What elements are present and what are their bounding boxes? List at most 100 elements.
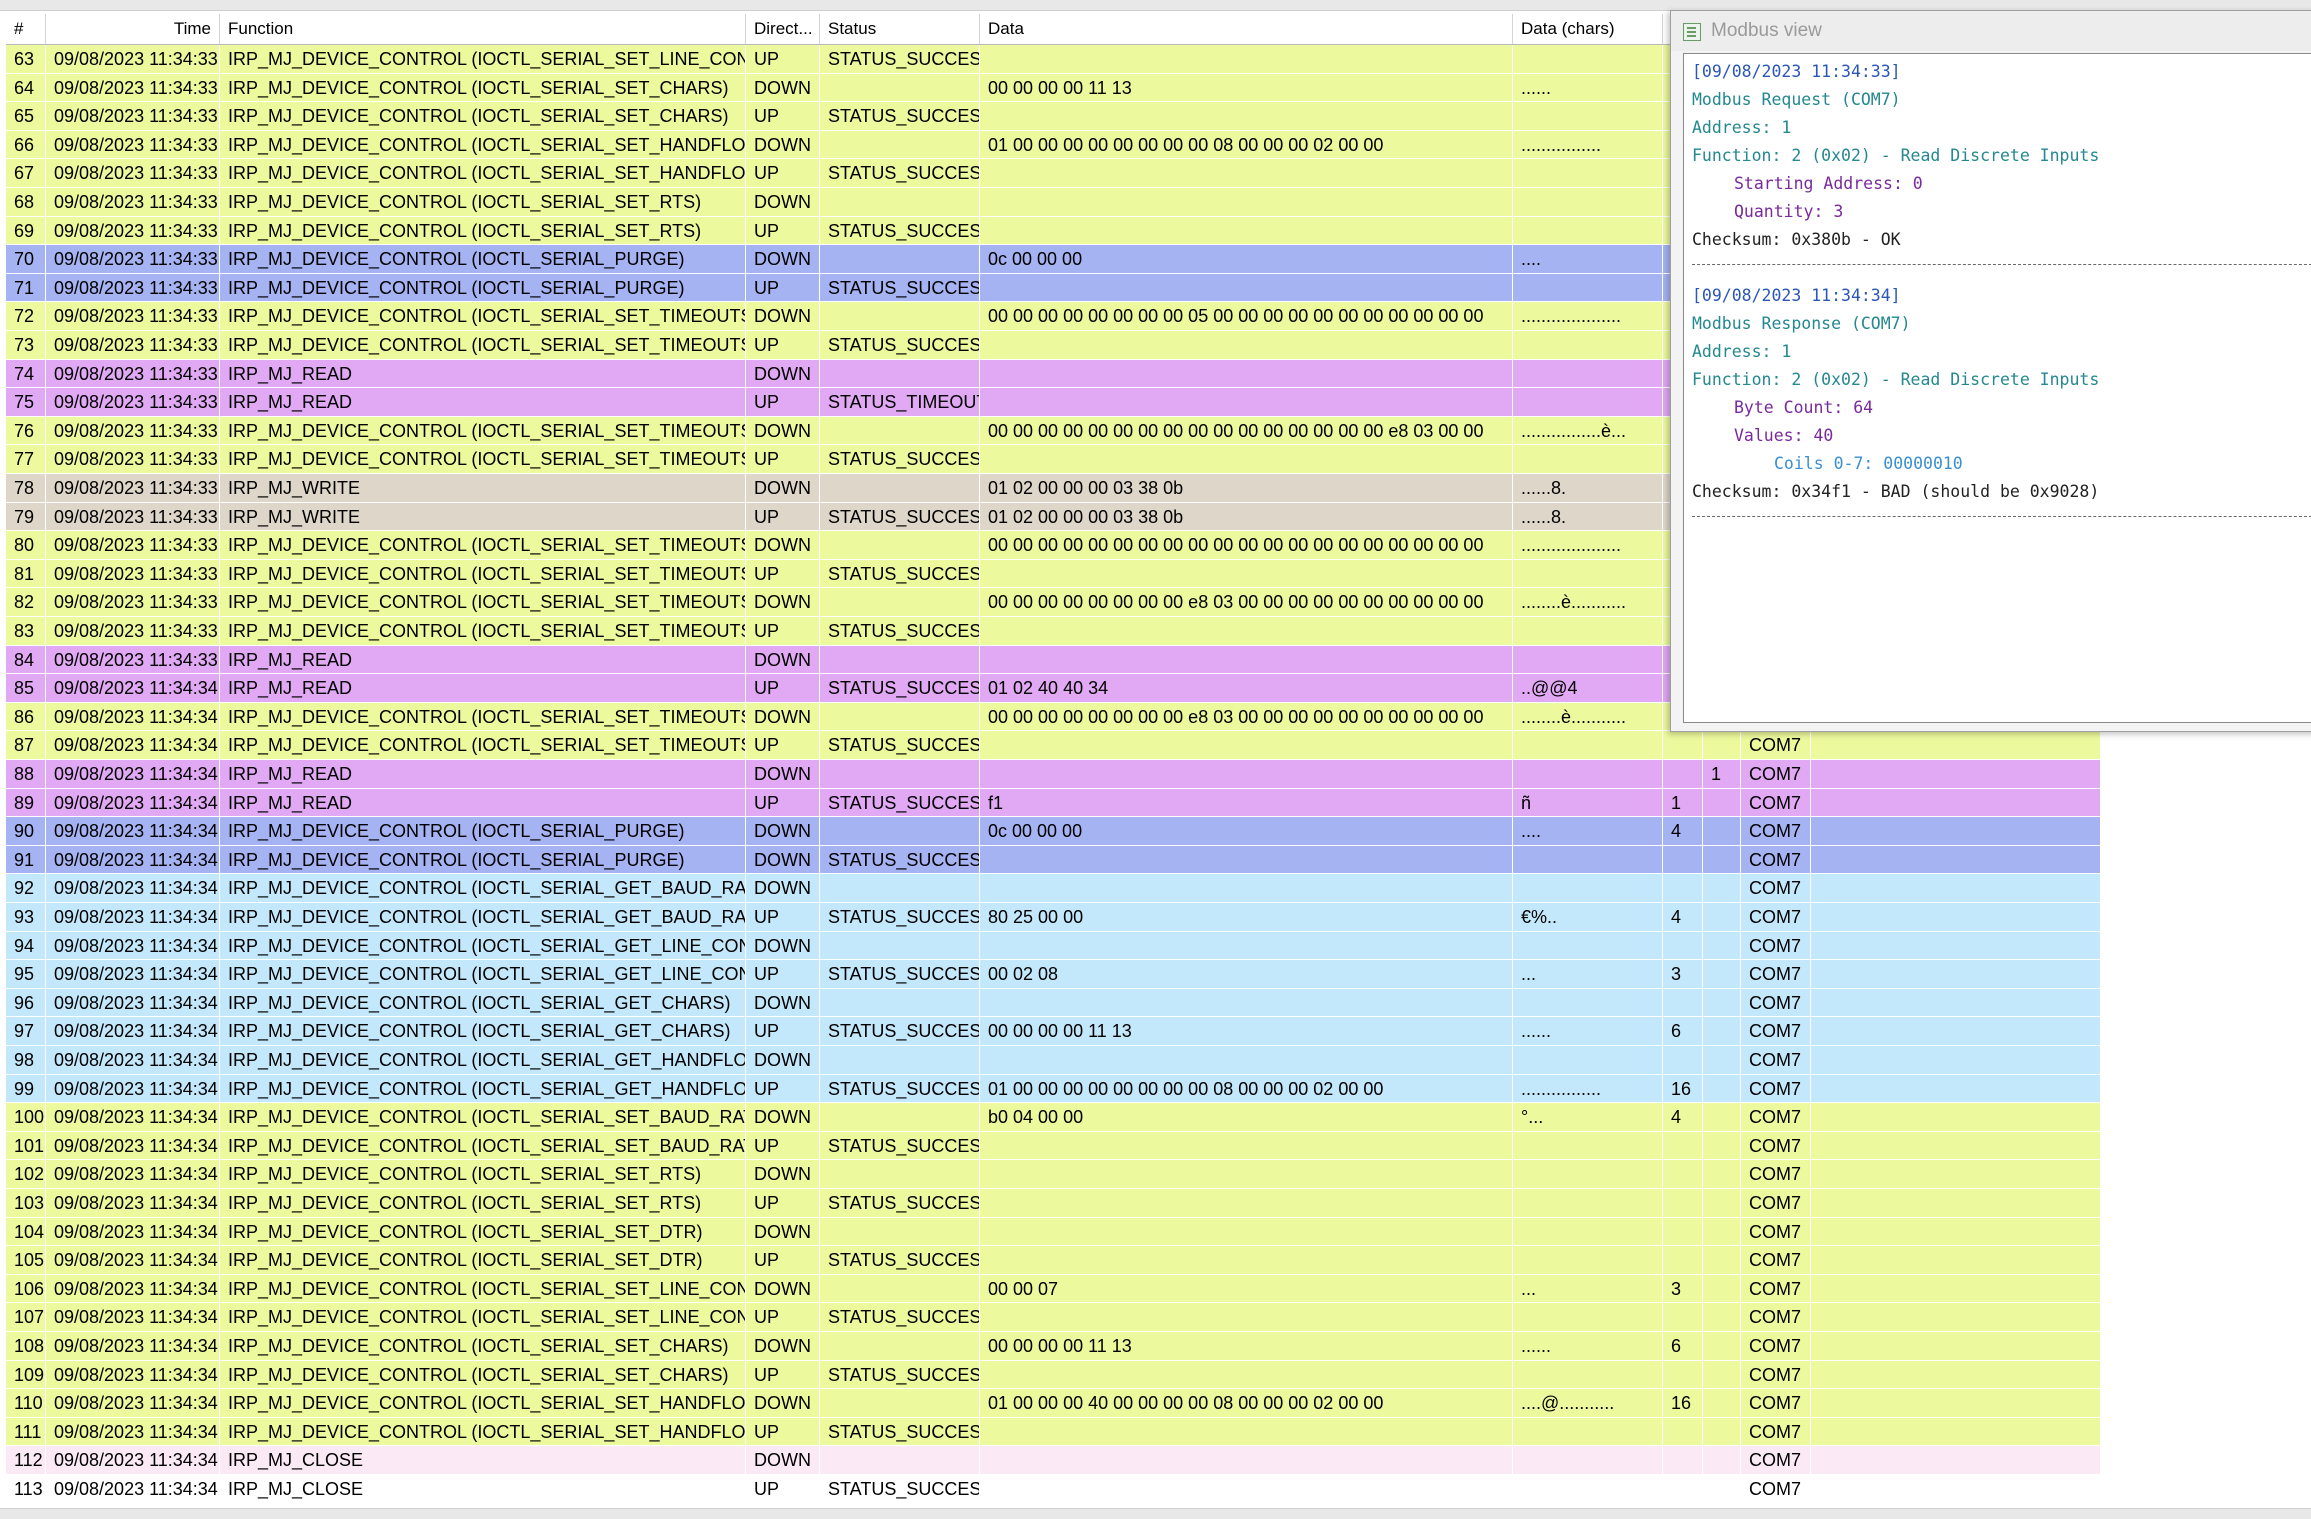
table-row[interactable]: 99 09/08/2023 11:34:34 IRP_MJ_DEVICE_CONTR… (6, 1074, 2100, 1104)
table-row[interactable]: 91 09/08/2023 11:34:34 IRP_MJ_DEVICE_CONTR… (6, 845, 2100, 875)
cell-data-chars: ...... (1513, 73, 1663, 102)
column-header-index[interactable]: # (6, 14, 46, 44)
table-row[interactable]: 103 09/08/2023 11:34:34 IRP_MJ_DEVICE_CONT… (6, 1189, 2100, 1218)
cell-data-chars: .... (1513, 245, 1663, 274)
cell-function: IRP_MJ_DEVICE_CONTROL (IOCTL_SERIAL_PURG… (220, 245, 746, 274)
modbus-view-titlebar[interactable]: Modbus view (1671, 11, 2311, 51)
cell-data (980, 1217, 1513, 1246)
cell-data (980, 1475, 1513, 1503)
cell-data: 00 00 00 00 11 13 (980, 1332, 1513, 1360)
cell-port: COM7 (1741, 1417, 1811, 1446)
table-row[interactable]: 104 09/08/2023 11:34:34 IRP_MJ_DEVICE_CONT… (6, 1217, 2100, 1247)
column-header-data-chars[interactable]: Data (chars) (1513, 14, 1663, 44)
cell-data (980, 216, 1513, 245)
cell-function: IRP_MJ_DEVICE_CONTROL (IOCTL_SERIAL_PURG… (220, 273, 746, 302)
cell-direction: UP (746, 559, 820, 588)
cell-time: 09/08/2023 11:34:33 (46, 130, 220, 159)
cell-function: IRP_MJ_DEVICE_CONTROL (IOCTL_SERIAL_PURG… (220, 817, 746, 846)
table-row[interactable]: 95 09/08/2023 11:34:34 IRP_MJ_DEVICE_CONTR… (6, 960, 2100, 989)
cell-direction: UP (746, 788, 820, 817)
table-row[interactable]: 97 09/08/2023 11:34:34 IRP_MJ_DEVICE_CONTR… (6, 1017, 2100, 1046)
cell-function: IRP_MJ_READ (220, 645, 746, 674)
table-row[interactable]: 93 09/08/2023 11:34:34 IRP_MJ_DEVICE_CONTR… (6, 903, 2100, 932)
cell-function: IRP_MJ_DEVICE_CONTROL (IOCTL_SERIAL_PURG… (220, 845, 746, 874)
cell-index: 86 (6, 702, 46, 731)
cell-status: STATUS_SUCCESS (820, 216, 980, 245)
cell-function: IRP_MJ_DEVICE_CONTROL (IOCTL_SERIAL_SET_… (220, 702, 746, 731)
request-function: Function: 2 (0x02) - Read Discrete Input… (1692, 146, 2100, 165)
cell-direction: DOWN (746, 1217, 820, 1246)
cell-index: 69 (6, 216, 46, 245)
cell-function: IRP_MJ_READ (220, 788, 746, 817)
cell-length (1663, 1131, 1703, 1160)
cell-function: IRP_MJ_DEVICE_CONTROL (IOCTL_SERIAL_SET_… (220, 1160, 746, 1189)
table-row[interactable]: 96 09/08/2023 11:34:34 IRP_MJ_DEVICE_CONTR… (6, 988, 2100, 1018)
cell-time: 09/08/2023 11:34:34 (46, 1274, 220, 1303)
column-header-data[interactable]: Data (980, 14, 1513, 44)
column-header-function[interactable]: Function (220, 14, 746, 44)
table-row[interactable]: 102 09/08/2023 11:34:34 IRP_MJ_DEVICE_CONT… (6, 1160, 2100, 1189)
cell-length (1663, 1303, 1703, 1332)
table-row[interactable]: 98 09/08/2023 11:34:34 IRP_MJ_DEVICE_CONTR… (6, 1046, 2100, 1075)
cell-data-chars (1513, 1046, 1663, 1074)
cell-port: COM7 (1741, 731, 1811, 760)
cell-index: 85 (6, 674, 46, 703)
table-row[interactable]: 111 09/08/2023 11:34:34 IRP_MJ_DEVICE_CONT… (6, 1417, 2100, 1447)
table-row[interactable]: 113 09/08/2023 11:34:34 IRP_MJ_CLOSE UP STAT… (6, 1475, 2100, 1504)
cell-data (980, 388, 1513, 417)
cell-length (1663, 931, 1703, 960)
table-row[interactable]: 87 09/08/2023 11:34:34 IRP_MJ_DEVICE_CONTR… (6, 731, 2100, 760)
cell-direction: DOWN (746, 1446, 820, 1475)
cell-function: IRP_MJ_READ (220, 359, 746, 388)
table-row[interactable]: 105 09/08/2023 11:34:34 IRP_MJ_DEVICE_CONT… (6, 1246, 2100, 1275)
modbus-view-window[interactable]: Modbus view [09/08/2023 11:34:33] Modbus… (1670, 10, 2311, 732)
cell-index: 88 (6, 760, 46, 788)
cell-extra (1703, 1446, 1741, 1475)
table-row[interactable]: 109 09/08/2023 11:34:34 IRP_MJ_DEVICE_CONT… (6, 1360, 2100, 1390)
cell-time: 09/08/2023 11:34:33 (46, 474, 220, 502)
table-row[interactable]: 88 09/08/2023 11:34:34 IRP_MJ_READ DOWN 1 COM… (6, 760, 2100, 789)
table-row[interactable]: 110 09/08/2023 11:34:34 IRP_MJ_DEVICE_CONT… (6, 1389, 2100, 1418)
cell-function: IRP_MJ_DEVICE_CONTROL (IOCTL_SERIAL_SET_… (220, 45, 746, 73)
cell-data-chars (1513, 1160, 1663, 1189)
cell-time: 09/08/2023 11:34:34 (46, 1360, 220, 1389)
cell-index: 75 (6, 388, 46, 417)
table-row[interactable]: 107 09/08/2023 11:34:34 IRP_MJ_DEVICE_CONT… (6, 1303, 2100, 1332)
table-row[interactable]: 90 09/08/2023 11:34:34 IRP_MJ_DEVICE_CONTR… (6, 817, 2100, 846)
cell-function: IRP_MJ_DEVICE_CONTROL (IOCTL_SERIAL_GET_… (220, 903, 746, 931)
cell-direction: DOWN (746, 817, 820, 846)
table-row[interactable]: 112 09/08/2023 11:34:34 IRP_MJ_CLOSE DOWN CO… (6, 1446, 2100, 1475)
cell-index: 80 (6, 531, 46, 560)
cell-direction: DOWN (746, 1389, 820, 1418)
table-row[interactable]: 100 09/08/2023 11:34:34 IRP_MJ_DEVICE_CONT… (6, 1103, 2100, 1132)
cell-data: 00 02 08 (980, 960, 1513, 989)
cell-time: 09/08/2023 11:34:34 (46, 1332, 220, 1360)
cell-time: 09/08/2023 11:34:33 (46, 159, 220, 188)
cell-time: 09/08/2023 11:34:33 (46, 73, 220, 102)
cell-time: 09/08/2023 11:34:34 (46, 1417, 220, 1446)
column-header-time[interactable]: Time (46, 14, 220, 44)
cell-time: 09/08/2023 11:34:34 (46, 1389, 220, 1418)
cell-extra (1703, 1332, 1741, 1360)
cell-function: IRP_MJ_DEVICE_CONTROL (IOCTL_SERIAL_SET_… (220, 1417, 746, 1446)
cell-length (1663, 1360, 1703, 1389)
column-header-direction[interactable]: Direct... (746, 14, 820, 44)
request-starting-address: Starting Address: 0 (1734, 174, 1923, 193)
cell-data: 00 00 00 00 00 00 00 00 05 00 00 00 00 0… (980, 302, 1513, 331)
cell-time: 09/08/2023 11:34:33 (46, 559, 220, 588)
table-row[interactable]: 101 09/08/2023 11:34:34 IRP_MJ_DEVICE_CONT… (6, 1131, 2100, 1161)
cell-port: COM7 (1741, 1017, 1811, 1046)
cell-length: 6 (1663, 1332, 1703, 1360)
table-row[interactable]: 94 09/08/2023 11:34:34 IRP_MJ_DEVICE_CONTR… (6, 931, 2100, 961)
modbus-log-text[interactable]: [09/08/2023 11:34:33] Modbus Request (CO… (1683, 53, 2311, 723)
table-row[interactable]: 92 09/08/2023 11:34:34 IRP_MJ_DEVICE_CONTR… (6, 874, 2100, 903)
column-header-status[interactable]: Status (820, 14, 980, 44)
cell-data (980, 359, 1513, 388)
table-row[interactable]: 108 09/08/2023 11:34:34 IRP_MJ_DEVICE_CONT… (6, 1332, 2100, 1361)
cell-function: IRP_MJ_DEVICE_CONTROL (IOCTL_SERIAL_SET_… (220, 1303, 746, 1332)
cell-status: STATUS_SUCCESS (820, 1303, 980, 1332)
cell-time: 09/08/2023 11:34:34 (46, 931, 220, 960)
table-row[interactable]: 106 09/08/2023 11:34:34 IRP_MJ_DEVICE_CONT… (6, 1274, 2100, 1304)
cell-data-chars (1513, 874, 1663, 903)
table-row[interactable]: 89 09/08/2023 11:34:34 IRP_MJ_READ UP STATUS… (6, 788, 2100, 818)
